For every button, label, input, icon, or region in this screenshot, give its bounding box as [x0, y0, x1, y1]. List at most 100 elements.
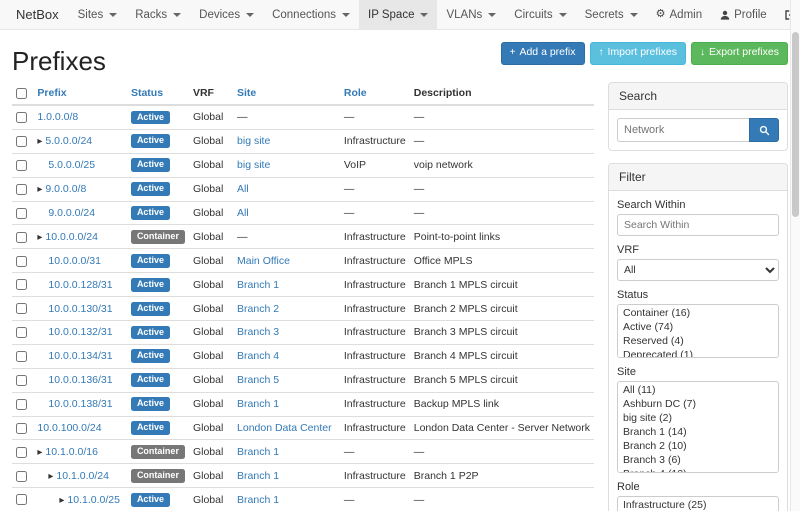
site-link[interactable]: Branch 1 [237, 279, 279, 291]
prefix-link[interactable]: 10.0.0.0/24 [45, 231, 98, 243]
prefix-link[interactable]: 10.0.0.132/31 [48, 326, 112, 338]
status-badge: Container [131, 230, 185, 244]
row-checkbox[interactable] [16, 232, 27, 243]
col-header-site[interactable]: Site [237, 87, 256, 99]
site-select[interactable]: All (11)Ashburn DC (7)big site (2)Branch… [617, 381, 779, 473]
search-input[interactable] [617, 118, 749, 142]
filter-option[interactable]: Branch 3 (6) [619, 453, 777, 467]
prefix-link[interactable]: 1.0.0.0/8 [37, 111, 78, 123]
search-within-input[interactable] [617, 214, 779, 236]
status-select[interactable]: Container (16)Active (74)Reserved (4)Dep… [617, 304, 779, 358]
search-button[interactable] [749, 118, 779, 142]
role-select[interactable]: Infrastructure (25)Management (8)Private… [617, 496, 779, 511]
prefix-link[interactable]: 5.0.0.0/25 [48, 159, 95, 171]
nav-item-connections[interactable]: Connections [263, 0, 359, 29]
site-link[interactable]: Branch 5 [237, 374, 279, 386]
filter-option[interactable]: All (11) [619, 383, 777, 397]
row-checkbox[interactable] [16, 303, 27, 314]
prefix-link[interactable]: 10.0.0.0/31 [48, 255, 101, 267]
filter-option[interactable]: Branch 4 (12) [619, 467, 777, 473]
row-checkbox[interactable] [16, 136, 27, 147]
site-link[interactable]: Branch 3 [237, 326, 279, 338]
description-cell: — [410, 177, 594, 201]
description-cell: London Data Center - Server Network [410, 416, 594, 440]
row-checkbox[interactable] [16, 447, 27, 458]
filter-option[interactable]: Branch 2 (10) [619, 439, 777, 453]
vrf-cell: Global [189, 225, 233, 249]
row-checkbox[interactable] [16, 351, 27, 362]
nav-item-circuits[interactable]: Circuits [505, 0, 575, 29]
prefix-link[interactable]: 10.1.0.0/25 [67, 494, 120, 506]
filter-option[interactable]: Ashburn DC (7) [619, 397, 777, 411]
prefix-link[interactable]: 9.0.0.0/8 [45, 183, 86, 195]
site-link[interactable]: Branch 2 [237, 303, 279, 315]
site-link[interactable]: Branch 1 [237, 494, 279, 506]
status-badge: Active [131, 493, 170, 507]
prefix-link[interactable]: 10.0.100.0/24 [37, 422, 101, 434]
prefix-link[interactable]: 5.0.0.0/24 [45, 135, 92, 147]
brand[interactable]: NetBox [6, 0, 69, 29]
filter-option[interactable]: Deprecated (1) [619, 348, 777, 358]
description-cell: voip network [410, 153, 594, 177]
row-checkbox[interactable] [16, 256, 27, 267]
site-link[interactable]: All [237, 207, 249, 219]
site-link[interactable]: big site [237, 159, 270, 171]
row-checkbox[interactable] [16, 375, 27, 386]
site-link[interactable]: All [237, 183, 249, 195]
nav-item-secrets[interactable]: Secrets [576, 0, 647, 29]
site-link[interactable]: London Data Center [237, 422, 332, 434]
nav-item-devices[interactable]: Devices [190, 0, 263, 29]
page-scrollbar[interactable] [790, 0, 800, 511]
select-all-checkbox[interactable] [16, 88, 27, 99]
site-link[interactable]: big site [237, 135, 270, 147]
filter-option[interactable]: Branch 1 (14) [619, 425, 777, 439]
prefix-link[interactable]: 10.0.0.128/31 [48, 279, 112, 291]
site-link[interactable]: Branch 1 [237, 446, 279, 458]
export-prefixes-button[interactable]: ↓ Export prefixes [691, 42, 788, 65]
prefix-link[interactable]: 10.1.0.0/24 [56, 470, 109, 482]
import-prefixes-button[interactable]: ↑ Import prefixes [590, 42, 686, 65]
prefix-link[interactable]: 10.0.0.130/31 [48, 303, 112, 315]
nav-item-racks[interactable]: Racks [126, 0, 190, 29]
site-link[interactable]: Branch 1 [237, 470, 279, 482]
vrf-select[interactable]: All [617, 259, 779, 281]
site-link[interactable]: Main Office [237, 255, 290, 267]
prefix-link[interactable]: 10.0.0.134/31 [48, 350, 112, 362]
row-checkbox[interactable] [16, 399, 27, 410]
row-checkbox[interactable] [16, 160, 27, 171]
filter-option[interactable]: Reserved (4) [619, 334, 777, 348]
scrollbar-thumb[interactable] [792, 32, 799, 217]
role-cell: — [340, 105, 410, 129]
status-badge: Active [131, 158, 170, 172]
row-checkbox[interactable] [16, 112, 27, 123]
description-cell: — [410, 488, 594, 511]
filter-option[interactable]: big site (2) [619, 411, 777, 425]
col-header-status[interactable]: Status [131, 87, 163, 99]
add-prefix-button[interactable]: + Add a prefix [501, 42, 585, 65]
nav-item-vlans[interactable]: VLANs [437, 0, 505, 29]
col-header-prefix[interactable]: Prefix [37, 87, 66, 99]
row-checkbox[interactable] [16, 494, 27, 505]
filter-option[interactable]: Infrastructure (25) [619, 498, 777, 511]
row-checkbox[interactable] [16, 471, 27, 482]
nav-item-ip-space[interactable]: IP Space [359, 0, 437, 29]
site-link[interactable]: Branch 4 [237, 350, 279, 362]
row-checkbox[interactable] [16, 184, 27, 195]
nav-item-sites[interactable]: Sites [69, 0, 127, 29]
vrf-cell: Global [189, 201, 233, 225]
admin-link[interactable]: ⚙ Admin [647, 0, 711, 29]
prefix-link[interactable]: 10.1.0.0/16 [45, 446, 98, 458]
row-checkbox[interactable] [16, 208, 27, 219]
profile-link[interactable]: Profile [711, 0, 776, 29]
filter-option[interactable]: Active (74) [619, 320, 777, 334]
prefix-link[interactable]: 10.0.0.136/31 [48, 374, 112, 386]
row-checkbox[interactable] [16, 327, 27, 338]
row-checkbox[interactable] [16, 279, 27, 290]
prefix-link[interactable]: 9.0.0.0/24 [48, 207, 95, 219]
filter-option[interactable]: Container (16) [619, 306, 777, 320]
prefix-link[interactable]: 10.0.0.138/31 [48, 398, 112, 410]
col-header-role[interactable]: Role [344, 87, 367, 99]
row-checkbox[interactable] [16, 423, 27, 434]
site-link[interactable]: Branch 1 [237, 398, 279, 410]
site-cell: — [237, 231, 248, 243]
